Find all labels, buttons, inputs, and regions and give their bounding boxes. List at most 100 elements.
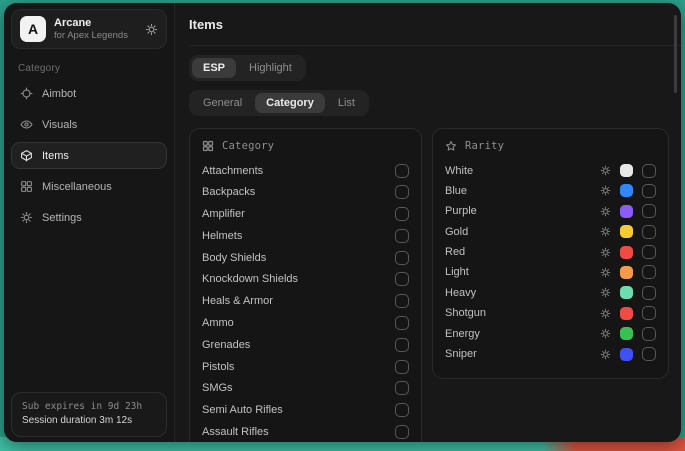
rarity-checkbox[interactable] <box>642 245 656 259</box>
gear-icon[interactable] <box>145 23 158 36</box>
rarity-row-label: Red <box>445 246 600 258</box>
mode-tab-group: ESP Highlight <box>189 55 306 81</box>
gear-icon <box>20 211 33 224</box>
sidebar-item-settings[interactable]: Settings <box>11 204 167 231</box>
category-row-label: Ammo <box>202 317 395 329</box>
category-list: Attachments Backpacks Amplifier Helmets … <box>202 163 409 442</box>
gear-icon[interactable] <box>600 247 611 258</box>
rarity-checkbox[interactable] <box>642 225 656 239</box>
category-row: SMGs <box>202 381 409 396</box>
rarity-checkbox[interactable] <box>642 327 656 341</box>
sidebar-item-visuals[interactable]: Visuals <box>11 111 167 138</box>
category-checkbox[interactable] <box>395 360 409 374</box>
rarity-row: Shotgun <box>445 306 656 321</box>
category-row: Helmets <box>202 228 409 243</box>
rarity-color-swatch[interactable] <box>620 307 633 320</box>
gear-icon[interactable] <box>600 328 611 339</box>
rarity-color-swatch[interactable] <box>620 225 633 238</box>
rarity-row: Red <box>445 245 656 260</box>
rarity-color-swatch[interactable] <box>620 246 633 259</box>
rarity-panel: Rarity White Blue Purple <box>432 128 669 379</box>
tab-esp[interactable]: ESP <box>192 58 236 78</box>
crosshair-icon <box>20 87 33 100</box>
category-checkbox[interactable] <box>395 164 409 178</box>
tab-highlight[interactable]: Highlight <box>238 58 303 78</box>
category-row-label: Backpacks <box>202 186 395 198</box>
rarity-panel-header: Rarity <box>445 140 656 152</box>
rarity-checkbox[interactable] <box>642 164 656 178</box>
rarity-color-swatch[interactable] <box>620 327 633 340</box>
tab-category[interactable]: Category <box>255 93 325 113</box>
rarity-color-swatch[interactable] <box>620 348 633 361</box>
category-checkbox[interactable] <box>395 403 409 417</box>
rarity-list: White Blue Purple <box>445 163 656 362</box>
gear-icon[interactable] <box>600 349 611 360</box>
gear-icon[interactable] <box>600 165 611 176</box>
gear-icon[interactable] <box>600 206 611 217</box>
tab-general[interactable]: General <box>192 93 253 113</box>
rarity-row-label: White <box>445 165 600 177</box>
rarity-row: Sniper <box>445 347 656 362</box>
view-tab-row: General Category List <box>189 90 681 116</box>
category-row: Heals & Armor <box>202 294 409 309</box>
category-checkbox[interactable] <box>395 185 409 199</box>
sidebar-item-label: Miscellaneous <box>42 181 112 193</box>
rarity-row: White <box>445 163 656 178</box>
category-checkbox[interactable] <box>395 229 409 243</box>
rarity-checkbox[interactable] <box>642 286 656 300</box>
sidebar-category-label: Category <box>18 63 174 74</box>
category-checkbox[interactable] <box>395 381 409 395</box>
gear-icon[interactable] <box>600 185 611 196</box>
sidebar-item-aimbot[interactable]: Aimbot <box>11 80 167 107</box>
rarity-row-label: Sniper <box>445 348 600 360</box>
category-checkbox[interactable] <box>395 251 409 265</box>
category-panel: Category Attachments Backpacks Amplifier… <box>189 128 422 442</box>
rarity-checkbox[interactable] <box>642 265 656 279</box>
category-row: Semi Auto Rifles <box>202 403 409 418</box>
category-row-label: Attachments <box>202 165 395 177</box>
sidebar-item-items[interactable]: Items <box>11 142 167 169</box>
category-checkbox[interactable] <box>395 425 409 439</box>
sidebar-item-label: Settings <box>42 212 82 224</box>
rarity-checkbox[interactable] <box>642 347 656 361</box>
sidebar-item-label: Items <box>42 150 69 162</box>
gear-icon[interactable] <box>600 267 611 278</box>
category-checkbox[interactable] <box>395 338 409 352</box>
category-row: Body Shields <box>202 250 409 265</box>
rarity-row: Gold <box>445 224 656 239</box>
category-row: Grenades <box>202 337 409 352</box>
panels-row: Category Attachments Backpacks Amplifier… <box>189 128 681 442</box>
category-checkbox[interactable] <box>395 294 409 308</box>
category-row: Knockdown Shields <box>202 272 409 287</box>
rarity-checkbox[interactable] <box>642 204 656 218</box>
view-tab-group: General Category List <box>189 90 369 116</box>
rarity-row-label: Blue <box>445 185 600 197</box>
tab-list[interactable]: List <box>327 93 366 113</box>
app-name: Arcane <box>54 17 137 30</box>
category-row-label: SMGs <box>202 382 395 394</box>
sidebar: A Arcane for Apex Legends Category <box>4 3 175 442</box>
rarity-color-swatch[interactable] <box>620 266 633 279</box>
gear-icon[interactable] <box>600 287 611 298</box>
rarity-color-swatch[interactable] <box>620 205 633 218</box>
category-row-label: Amplifier <box>202 208 395 220</box>
scrollbar-thumb[interactable] <box>674 15 677 93</box>
sidebar-item-miscellaneous[interactable]: Miscellaneous <box>11 173 167 200</box>
category-panel-header: Category <box>202 140 409 152</box>
category-row-label: Heals & Armor <box>202 295 395 307</box>
category-checkbox[interactable] <box>395 207 409 221</box>
category-row-label: Knockdown Shields <box>202 273 395 285</box>
gear-icon[interactable] <box>600 308 611 319</box>
rarity-checkbox[interactable] <box>642 306 656 320</box>
category-row-label: Grenades <box>202 339 395 351</box>
category-checkbox[interactable] <box>395 272 409 286</box>
gear-icon[interactable] <box>600 226 611 237</box>
rarity-color-swatch[interactable] <box>620 164 633 177</box>
rarity-row-label: Purple <box>445 205 600 217</box>
category-checkbox[interactable] <box>395 316 409 330</box>
rarity-color-swatch[interactable] <box>620 286 633 299</box>
rarity-row: Blue <box>445 183 656 198</box>
rarity-color-swatch[interactable] <box>620 184 633 197</box>
category-grid-icon <box>202 140 214 152</box>
rarity-checkbox[interactable] <box>642 184 656 198</box>
